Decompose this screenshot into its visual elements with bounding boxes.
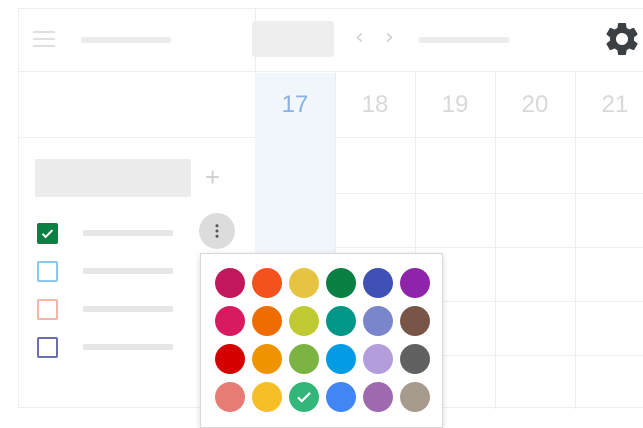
calendar-name-placeholder [83,344,173,350]
color-swatch[interactable] [400,344,430,374]
today-button[interactable] [252,21,334,57]
check-icon [297,392,311,403]
app-title-placeholder [81,37,171,43]
check-icon [41,229,54,239]
calendar-options-button[interactable] [199,213,235,249]
settings-button[interactable] [585,9,643,69]
color-swatch-grid [215,268,442,412]
grid-col-line [575,71,576,409]
color-swatch[interactable] [363,306,393,336]
calendar-checkbox[interactable] [37,261,58,282]
menu-icon[interactable] [33,31,55,47]
color-swatch[interactable] [326,344,356,374]
color-swatch[interactable] [400,382,430,412]
color-picker-popup [200,253,443,428]
color-swatch[interactable] [363,268,393,298]
add-calendar-button[interactable]: + [205,164,220,190]
color-swatch[interactable] [252,344,282,374]
color-swatch[interactable] [215,268,245,298]
calendar-name-placeholder [83,306,173,312]
color-swatch[interactable] [400,306,430,336]
color-swatch[interactable] [289,344,319,374]
calendar-name-placeholder [83,268,173,274]
color-swatch[interactable] [400,268,430,298]
day-number[interactable]: 18 [335,91,415,119]
day-number[interactable]: 21 [575,91,643,119]
color-swatch[interactable] [326,268,356,298]
color-swatch[interactable] [252,306,282,336]
day-number[interactable]: 19 [415,91,495,119]
more-vert-icon [215,224,219,238]
color-swatch[interactable] [215,306,245,336]
color-swatch[interactable] [326,382,356,412]
color-swatch[interactable] [215,382,245,412]
color-swatch[interactable] [252,382,282,412]
add-calendar-field[interactable] [35,159,191,197]
day-number-today[interactable]: 17 [255,91,335,119]
chevron-right-icon[interactable]: › [385,25,394,51]
chevron-left-icon[interactable]: ‹ [355,25,364,51]
calendar-name-placeholder [83,230,173,236]
day-number[interactable]: 20 [495,91,575,119]
header-divider [19,71,643,72]
color-swatch-selected[interactable] [289,382,319,412]
calendar-checkbox[interactable] [37,223,58,244]
date-range-placeholder [419,37,509,43]
color-swatch[interactable] [363,382,393,412]
color-swatch[interactable] [289,306,319,336]
color-swatch[interactable] [363,344,393,374]
gear-icon [606,22,638,55]
color-swatch[interactable] [215,344,245,374]
grid-col-line [495,71,496,409]
color-swatch[interactable] [326,306,356,336]
color-swatch[interactable] [289,268,319,298]
color-swatch[interactable] [252,268,282,298]
calendar-checkbox[interactable] [37,337,58,358]
calendar-checkbox[interactable] [37,299,58,320]
